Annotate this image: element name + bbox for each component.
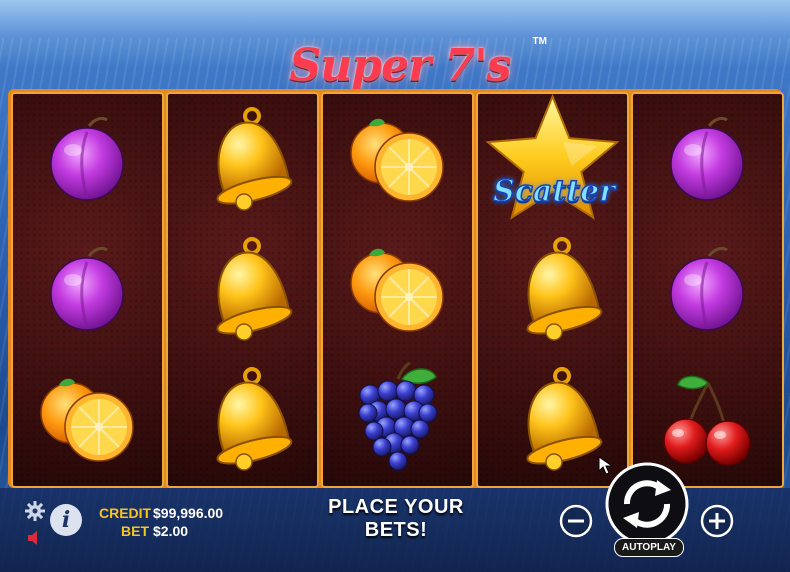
bell-icon xyxy=(215,237,292,341)
orange-icon xyxy=(349,118,444,202)
credit-label: CREDIT xyxy=(99,505,152,521)
symbol-bell xyxy=(168,224,317,354)
orange-icon xyxy=(39,378,134,462)
symbol-orange xyxy=(323,224,472,354)
plum-icon xyxy=(49,246,124,331)
mouse-cursor xyxy=(598,456,616,476)
reel-3 xyxy=(321,92,474,488)
cursor-arrow-icon xyxy=(598,456,614,475)
bell-icon xyxy=(215,367,292,471)
reel-1 xyxy=(11,92,164,488)
bet-label: BET xyxy=(121,523,149,539)
minus-icon xyxy=(559,504,593,538)
info-icon: i xyxy=(61,507,71,533)
logo-text: Super 7's xyxy=(289,39,512,91)
reel-5 xyxy=(631,92,784,488)
symbol-plum xyxy=(13,224,162,354)
bet-decrease-button[interactable] xyxy=(559,504,593,538)
plum-icon xyxy=(49,116,124,201)
cherries-icon xyxy=(662,375,751,466)
speaker-icon xyxy=(28,531,37,545)
top-bar xyxy=(0,0,790,38)
symbol-orange xyxy=(13,354,162,484)
symbol-bell xyxy=(168,354,317,484)
reel-2 xyxy=(166,92,319,488)
credit-value: $99,996.00 xyxy=(153,505,224,521)
plus-icon xyxy=(700,504,734,538)
symbol-plum xyxy=(13,94,162,224)
symbol-orange xyxy=(323,94,472,224)
bell-icon xyxy=(525,237,602,341)
symbol-grapes xyxy=(323,354,472,484)
game-logo: Super 7's TM xyxy=(255,34,547,96)
bell-icon xyxy=(525,367,602,471)
spin-button[interactable] xyxy=(605,462,689,546)
bell-icon xyxy=(215,107,292,211)
symbol-scatter: Scatter xyxy=(478,94,627,224)
spin-arrows-icon xyxy=(605,462,689,546)
symbol-bell xyxy=(478,224,627,354)
plum-icon xyxy=(669,116,744,201)
info-button[interactable]: i xyxy=(50,504,82,536)
trademark-mark: TM xyxy=(532,36,547,47)
reel-4: Scatter xyxy=(476,92,629,488)
bet-increase-button[interactable] xyxy=(700,504,734,538)
autoplay-button[interactable]: AUTOPLAY xyxy=(614,538,684,557)
gear-icon xyxy=(25,501,45,521)
sound-button[interactable] xyxy=(26,530,46,546)
grapes-icon xyxy=(358,361,437,471)
symbol-plum xyxy=(633,94,782,224)
bet-value: $2.00 xyxy=(153,523,189,539)
orange-icon xyxy=(349,248,444,332)
symbol-plum xyxy=(633,224,782,354)
status-message: PLACE YOUR BETS! xyxy=(328,496,464,541)
reels-frame: Scatter xyxy=(8,89,784,488)
settings-button[interactable] xyxy=(24,500,46,522)
scatter-label: Scatter xyxy=(492,173,615,210)
plum-icon xyxy=(669,246,744,331)
symbol-bell xyxy=(168,94,317,224)
